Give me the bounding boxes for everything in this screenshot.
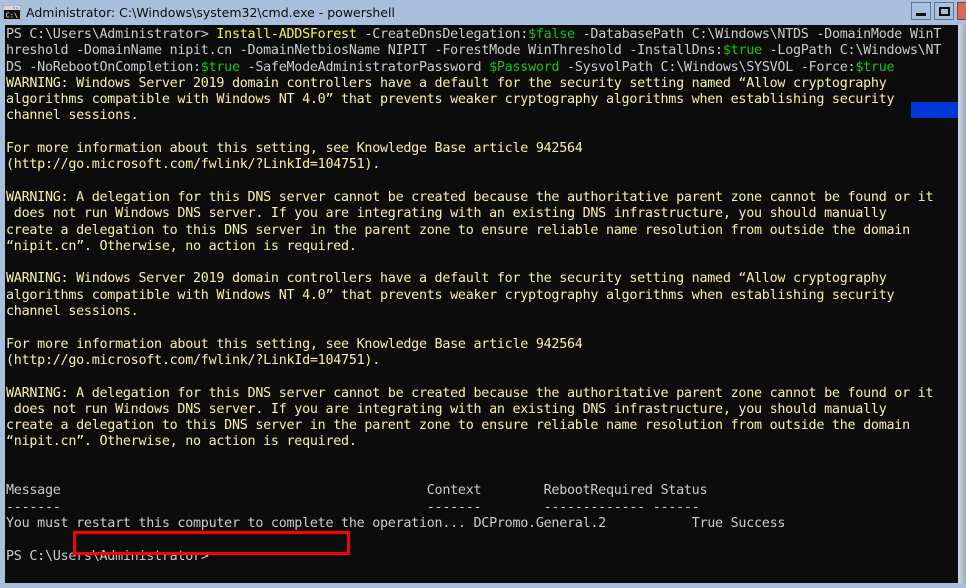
cmd-line-2: hreshold -DomainName nipit.cn -DomainNet… xyxy=(6,43,958,59)
console-output-area[interactable]: PS C:\Users\Administrator> Install-ADDSF… xyxy=(5,25,958,583)
warn-2-line-1: WARNING: A delegation for this DNS serve… xyxy=(6,190,958,206)
console-text-segment: PS C:\Users\Administrator> xyxy=(6,27,217,42)
console-text-segment: algorithms compatible with Windows NT 4.… xyxy=(6,92,895,108)
console-text-segment: WARNING: A delegation for this DNS serve… xyxy=(6,385,934,401)
kb-2-line-1: For more information about this setting,… xyxy=(6,337,958,353)
blank-4 xyxy=(6,320,958,336)
console-text-segment: channel sessions. xyxy=(6,108,139,124)
warn-1-line-1: WARNING: Windows Server 2019 domain cont… xyxy=(6,76,958,92)
warn-1-line-2: algorithms compatible with Windows NT 4.… xyxy=(6,92,958,108)
console-text-segment: For more information about this setting,… xyxy=(6,141,583,157)
console-text-segment: -LogPath C:\Windows\NT xyxy=(761,43,942,59)
blank-5 xyxy=(6,369,958,385)
console-text-segment: “nipit.cn”. Otherwise, no action is requ… xyxy=(6,434,357,450)
console-text-segment: WARNING: Windows Server 2019 domain cont… xyxy=(6,271,887,287)
console-text-segment: (http://go.microsoft.com/fwlink/?LinkId=… xyxy=(6,157,381,173)
maximize-button[interactable] xyxy=(934,2,954,20)
console-text-segment: $true xyxy=(855,59,895,75)
warn-1-line-3: channel sessions. xyxy=(6,108,958,124)
warn-3-line-3: channel sessions. xyxy=(6,304,958,320)
table-row-1: You must restart this computer to comple… xyxy=(6,516,958,532)
cmd-line-3: DS -NoRebootOnCompletion:$true -SafeMode… xyxy=(6,60,958,76)
console-text-segment: Install-ADDSForest xyxy=(216,27,357,42)
warn-3-line-1: WARNING: Windows Server 2019 domain cont… xyxy=(6,271,958,287)
console-text-segment: You must restart this computer to comple… xyxy=(6,515,786,531)
console-text-segment: WARNING: Windows Server 2019 domain cont… xyxy=(6,75,887,91)
console-text-segment: hreshold -DomainName nipit.cn -DomainNet… xyxy=(6,43,723,59)
warn-4-line-3: create a delegation to this DNS server i… xyxy=(6,418,958,434)
cmd-line-1: PS C:\Users\Administrator> Install-ADDSF… xyxy=(6,27,958,43)
prompt-line: PS C:\Users\Administrator> xyxy=(6,549,958,565)
blank-2 xyxy=(6,174,958,190)
console-text-segment: -SafeModeAdministratorPassword xyxy=(239,59,490,75)
console-text-segment: $true xyxy=(200,59,240,75)
text-selection-block xyxy=(911,102,958,118)
svg-text:C:\: C:\ xyxy=(6,12,19,20)
console-text-segment: PS C:\Users\Administrator> xyxy=(6,548,217,564)
console-text-segment: does not run Windows DNS server. If you … xyxy=(6,206,887,222)
warn-4-line-2: does not run Windows DNS server. If you … xyxy=(6,402,958,418)
console-text-segment: create a delegation to this DNS server i… xyxy=(6,418,910,434)
console-text-segment: -SysvolPath C:\Windows\SYSVOL -Force: xyxy=(559,59,856,75)
console-text-segment: For more information about this setting,… xyxy=(6,336,583,352)
warn-4-line-1: WARNING: A delegation for this DNS serve… xyxy=(6,386,958,402)
warn-2-line-2: does not run Windows DNS server. If you … xyxy=(6,206,958,222)
window-controls xyxy=(908,2,966,20)
console-window: C:\ Administrator: C:\Windows\system32\c… xyxy=(0,0,966,588)
blank-1 xyxy=(6,125,958,141)
console-text-segment: WARNING: A delegation for this DNS serve… xyxy=(6,189,934,205)
warn-3-line-2: algorithms compatible with Windows NT 4.… xyxy=(6,288,958,304)
console-text-segment: -CreateDnsDelegation: xyxy=(356,27,529,42)
table-header: Message Context RebootRequired Status xyxy=(6,483,958,499)
warn-2-line-4: “nipit.cn”. Otherwise, no action is requ… xyxy=(6,239,958,255)
console-text-segment: channel sessions. xyxy=(6,304,139,320)
window-titlebar[interactable]: C:\ Administrator: C:\Windows\system32\c… xyxy=(0,0,966,25)
blank-3 xyxy=(6,255,958,271)
warn-4-line-4: “nipit.cn”. Otherwise, no action is requ… xyxy=(6,434,958,450)
console-text-segment: (http://go.microsoft.com/fwlink/?LinkId=… xyxy=(6,352,381,368)
console-text-segment: algorithms compatible with Windows NT 4.… xyxy=(6,287,895,303)
console-text-segment: $false xyxy=(528,27,575,42)
blank-7 xyxy=(6,467,958,483)
warn-2-line-3: create a delegation to this DNS server i… xyxy=(6,223,958,239)
console-text-segment: DS -NoRebootOnCompletion: xyxy=(6,59,201,75)
console-text-segment: $Password xyxy=(489,59,560,75)
console-icon: C:\ xyxy=(2,4,22,21)
console-lines: PS C:\Users\Administrator> Install-ADDSF… xyxy=(6,27,958,565)
blank-6 xyxy=(6,451,958,467)
blank-8 xyxy=(6,532,958,548)
console-text-segment: does not run Windows DNS server. If you … xyxy=(6,401,887,417)
window-title: Administrator: C:\Windows\system32\cmd.e… xyxy=(26,5,395,20)
console-text-segment: ------- ------- ------------- ------ xyxy=(6,499,700,515)
console-text-segment: -DatabasePath C:\Windows\NTDS -DomainMod… xyxy=(574,27,942,42)
kb-1-line-1: For more information about this setting,… xyxy=(6,141,958,157)
window-border-bottom xyxy=(0,583,966,588)
close-button[interactable] xyxy=(957,2,966,20)
table-rule: ------- ------- ------------- ------ xyxy=(6,500,958,516)
console-text-segment: “nipit.cn”. Otherwise, no action is requ… xyxy=(6,238,357,254)
console-text-segment: create a delegation to this DNS server i… xyxy=(6,222,910,238)
minimize-button[interactable] xyxy=(911,2,931,20)
kb-1-line-2: (http://go.microsoft.com/fwlink/?LinkId=… xyxy=(6,157,958,173)
console-text-segment: Message Context RebootRequired Status xyxy=(6,483,708,499)
window-scrollbar[interactable] xyxy=(958,25,966,588)
console-text-segment: $true xyxy=(722,43,762,59)
kb-2-line-2: (http://go.microsoft.com/fwlink/?LinkId=… xyxy=(6,353,958,369)
